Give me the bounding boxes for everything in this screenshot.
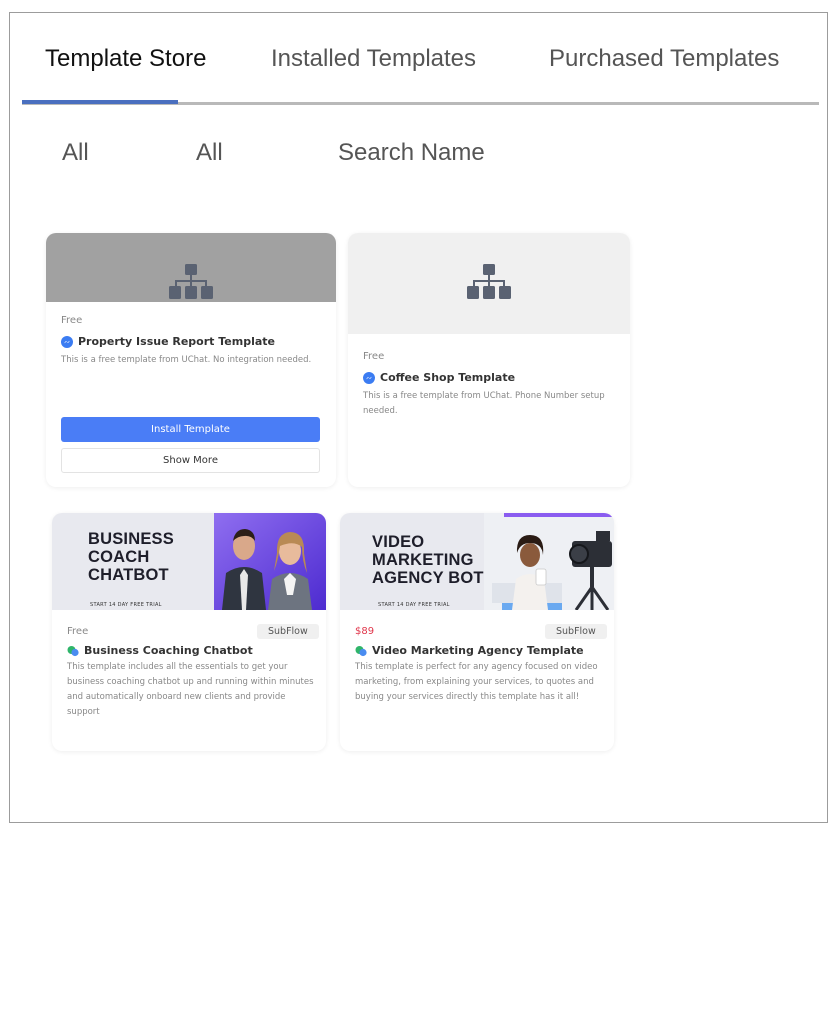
card-title-row: Video Marketing Agency Template [355,644,584,657]
chat-bubbles-icon [355,645,367,656]
show-more-button[interactable]: Show More [61,448,320,473]
category-filter-select[interactable]: All [62,139,89,167]
tab-purchased-templates[interactable]: Purchased Templates [549,45,779,73]
chat-bubbles-icon [67,645,79,656]
banner-trial-text: START 14 DAY FREE TRIAL [378,602,450,608]
template-card[interactable]: VIDEO MARKETING AGENCY BOT START 14 DAY … [340,513,614,751]
banner-headline: BUSINESS COACH CHATBOT [88,530,174,584]
business-people-photo [214,513,326,610]
card-title-row: Property Issue Report Template [61,335,275,348]
price-label: Free [67,626,89,637]
card-title: Video Marketing Agency Template [372,644,584,657]
card-title-row: Business Coaching Chatbot [67,644,253,657]
card-title: Coffee Shop Template [380,371,516,384]
card-description: This template is perfect for any agency … [355,662,598,702]
card-preview [348,233,630,334]
install-template-button[interactable]: Install Template [61,417,320,442]
sitemap-icon [169,264,213,299]
card-banner: VIDEO MARKETING AGENCY BOT START 14 DAY … [340,513,614,610]
card-description: This is a free template from UChat. Phon… [363,391,605,416]
price-label: Free [61,315,83,326]
sitemap-icon [467,264,511,299]
tab-template-store[interactable]: Template Store [45,45,206,73]
tab-bar: Template Store Installed Templates Purch… [10,13,827,105]
price-label: Free [363,351,385,362]
template-card[interactable]: Free Coffee Shop Template This is a free… [348,233,630,487]
card-preview [46,233,336,302]
template-card[interactable]: Free Property Issue Report Template This… [46,233,336,487]
card-title: Property Issue Report Template [78,335,275,348]
subflow-badge: SubFlow [257,624,319,639]
card-title: Business Coaching Chatbot [84,644,253,657]
messenger-icon [363,371,375,384]
video-marketer-photo [484,513,614,610]
tab-installed-templates[interactable]: Installed Templates [271,45,476,73]
messenger-icon [61,335,73,348]
template-store-panel: Template Store Installed Templates Purch… [9,12,828,823]
price-label: $89 [355,626,375,637]
active-tab-indicator [22,100,178,104]
banner-headline: VIDEO MARKETING AGENCY BOT [372,533,484,587]
search-name-input[interactable]: Search Name [338,139,485,167]
card-description: This is a free template from UChat. No i… [61,355,312,365]
channel-filter-select[interactable]: All [196,139,223,167]
subflow-badge: SubFlow [545,624,607,639]
card-title-row: Coffee Shop Template [363,371,515,384]
template-card[interactable]: BUSINESS COACH CHATBOT START 14 DAY FREE… [52,513,326,751]
card-description: This template includes all the essential… [67,662,314,717]
card-banner: BUSINESS COACH CHATBOT START 14 DAY FREE… [52,513,326,610]
banner-trial-text: START 14 DAY FREE TRIAL [90,602,162,608]
